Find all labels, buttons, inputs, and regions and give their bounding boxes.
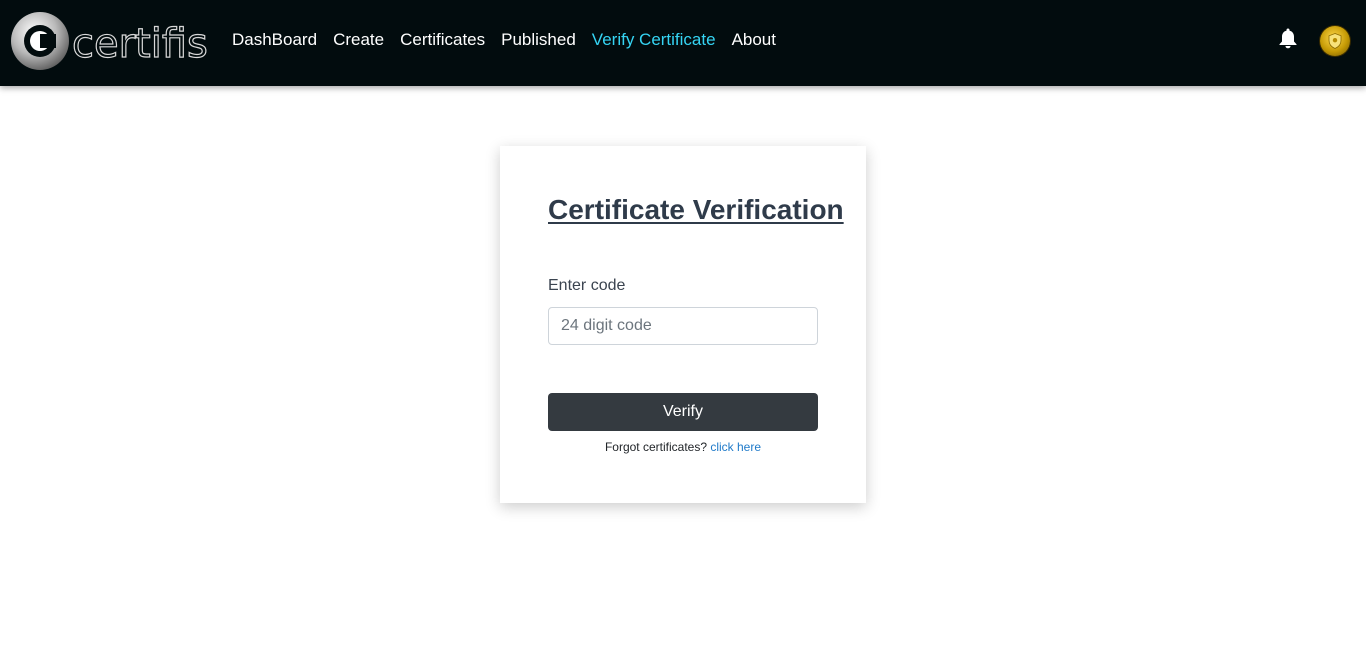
nav-published[interactable]: Published xyxy=(501,28,576,52)
bell-icon[interactable] xyxy=(1278,27,1298,49)
nav-certificates[interactable]: Certificates xyxy=(400,28,485,52)
forgot-certificates-row: Forgot certificates? click here xyxy=(500,440,866,454)
main-nav: DashBoard Create Certificates Published … xyxy=(232,28,792,52)
nav-about[interactable]: About xyxy=(732,28,776,52)
forgot-certificates-text: Forgot certificates? xyxy=(604,440,707,454)
brand-wordmark: certifis xyxy=(72,21,208,67)
code-field-label: Enter code xyxy=(548,277,626,294)
nav-dashboard[interactable]: DashBoard xyxy=(232,28,317,52)
top-navbar: certifis DashBoard Create Certificates P… xyxy=(0,0,1366,86)
verification-card: Certificate Verification Enter code Veri… xyxy=(500,146,866,503)
shield-badge-icon xyxy=(1328,33,1342,49)
nav-verify-certificate[interactable]: Verify Certificate xyxy=(592,28,716,52)
nav-create[interactable]: Create xyxy=(333,28,384,52)
page-title: Certificate Verification xyxy=(548,194,844,225)
verify-button[interactable]: Verify xyxy=(548,393,818,431)
forgot-click-here-link[interactable]: click here xyxy=(710,440,761,454)
user-avatar[interactable] xyxy=(1320,26,1350,56)
certifis-logo[interactable]: certifis xyxy=(10,10,210,72)
code-input[interactable] xyxy=(548,307,818,345)
